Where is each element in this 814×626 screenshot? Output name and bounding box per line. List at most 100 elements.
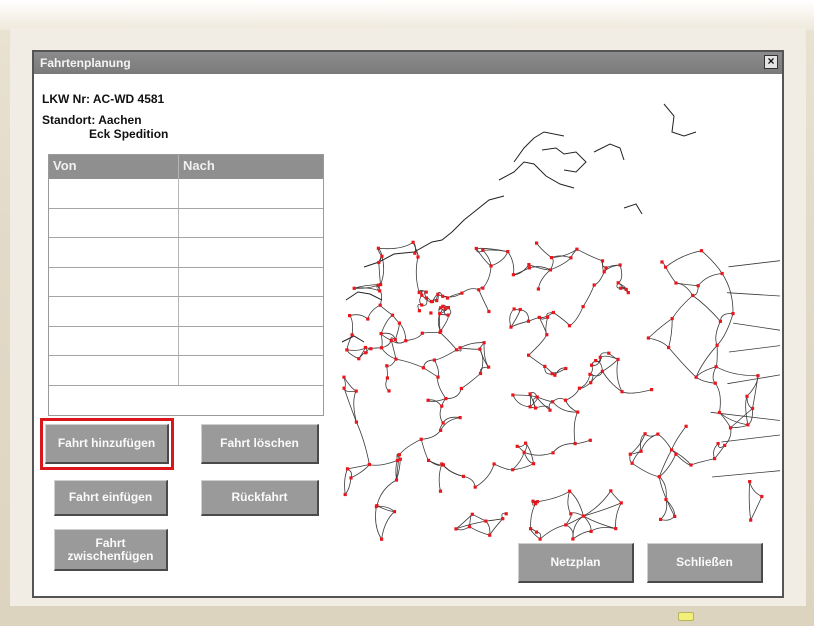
city-node: [694, 375, 698, 379]
city-node: [551, 451, 555, 455]
insert-between-line1: Fahrt: [95, 535, 126, 550]
city-node: [589, 529, 593, 533]
table-cell-to[interactable]: [179, 327, 323, 356]
city-node: [424, 296, 428, 300]
city-node: [459, 386, 463, 391]
city-node: [643, 432, 647, 436]
city-node: [352, 286, 356, 290]
route-network-map[interactable]: [324, 92, 780, 562]
city-node: [440, 404, 444, 408]
city-node: [504, 512, 508, 516]
city-node: [438, 312, 442, 316]
city-node: [626, 291, 630, 295]
city-node: [397, 453, 401, 457]
city-node: [458, 416, 462, 420]
table-row[interactable]: [49, 326, 323, 356]
table-cell-from[interactable]: [49, 326, 179, 355]
table-cell-from[interactable]: [49, 356, 179, 385]
city-node: [577, 386, 581, 390]
table-cell-to[interactable]: [179, 209, 323, 238]
city-node: [458, 346, 462, 350]
close-icon[interactable]: ×: [764, 55, 778, 69]
city-node: [518, 307, 522, 312]
city-node: [568, 489, 572, 493]
city-node: [546, 315, 550, 319]
table-cell-from[interactable]: [49, 267, 179, 296]
city-node: [350, 333, 354, 337]
table-cell-to[interactable]: [179, 238, 323, 267]
table-cell-from[interactable]: [49, 238, 179, 267]
insert-trip-button[interactable]: Fahrt einfügen: [54, 480, 168, 516]
table-row[interactable]: [49, 297, 323, 327]
city-node: [439, 428, 443, 432]
city-node: [534, 406, 538, 410]
city-node: [543, 364, 547, 368]
city-node: [345, 467, 350, 471]
table-row[interactable]: [49, 179, 323, 209]
add-trip-button[interactable]: Fahrt hinzufügen: [45, 424, 169, 464]
table-row[interactable]: [49, 238, 323, 268]
city-node: [537, 315, 541, 319]
insert-between-line2: zwischenfügen: [67, 548, 154, 563]
city-node: [573, 442, 577, 446]
table-cell-to[interactable]: [179, 356, 323, 385]
table-cell-to[interactable]: [179, 297, 323, 326]
city-node: [426, 398, 430, 402]
city-node: [487, 309, 491, 314]
city-node: [522, 450, 526, 454]
city-node: [477, 288, 481, 292]
city-node: [489, 264, 493, 268]
table-cell-from[interactable]: [49, 208, 179, 237]
city-node: [549, 256, 554, 260]
city-node: [718, 319, 722, 323]
table-cell-from[interactable]: [49, 297, 179, 326]
city-node: [478, 371, 483, 376]
table-row[interactable]: [49, 356, 323, 386]
table-cell-to[interactable]: [179, 268, 323, 297]
table-cell-to[interactable]: [179, 179, 323, 208]
city-node: [348, 314, 352, 318]
city-node: [392, 510, 397, 514]
city-node: [420, 293, 424, 297]
city-node: [624, 287, 628, 291]
city-node: [506, 250, 510, 254]
table-cell-from[interactable]: [49, 179, 179, 208]
city-node: [404, 339, 408, 343]
city-node: [349, 476, 353, 480]
city-node: [746, 423, 750, 427]
city-node: [538, 537, 542, 541]
city-nodes: [342, 240, 764, 541]
city-node: [432, 358, 436, 362]
insert-between-trip-button[interactable]: Fahrt zwischenfügen: [54, 529, 168, 571]
city-node: [748, 480, 752, 484]
return-trip-button[interactable]: Rückfahrt: [201, 480, 319, 516]
city-node: [588, 438, 592, 442]
city-node: [420, 303, 424, 307]
city-node: [548, 268, 552, 272]
city-node: [713, 457, 717, 461]
city-node: [515, 444, 519, 448]
table-row[interactable]: [49, 267, 323, 297]
city-node: [588, 372, 592, 376]
city-node: [592, 283, 596, 287]
city-node: [424, 290, 428, 294]
city-node: [436, 375, 440, 379]
city-node: [589, 381, 593, 385]
delete-trip-button[interactable]: Fahrt löschen: [201, 424, 319, 464]
city-node: [474, 246, 478, 251]
city-node: [377, 260, 381, 265]
table-row[interactable]: [49, 208, 323, 238]
city-node: [369, 347, 373, 351]
city-node: [438, 489, 443, 493]
city-node: [342, 386, 346, 390]
company-label: Eck Spedition: [89, 127, 169, 141]
city-node: [419, 437, 423, 441]
city-node: [460, 291, 464, 295]
city-node: [354, 389, 358, 393]
city-node: [461, 474, 466, 478]
city-node: [429, 311, 433, 315]
city-node: [716, 442, 720, 446]
city-node: [421, 366, 425, 370]
city-node: [417, 309, 421, 313]
city-node: [646, 336, 650, 340]
